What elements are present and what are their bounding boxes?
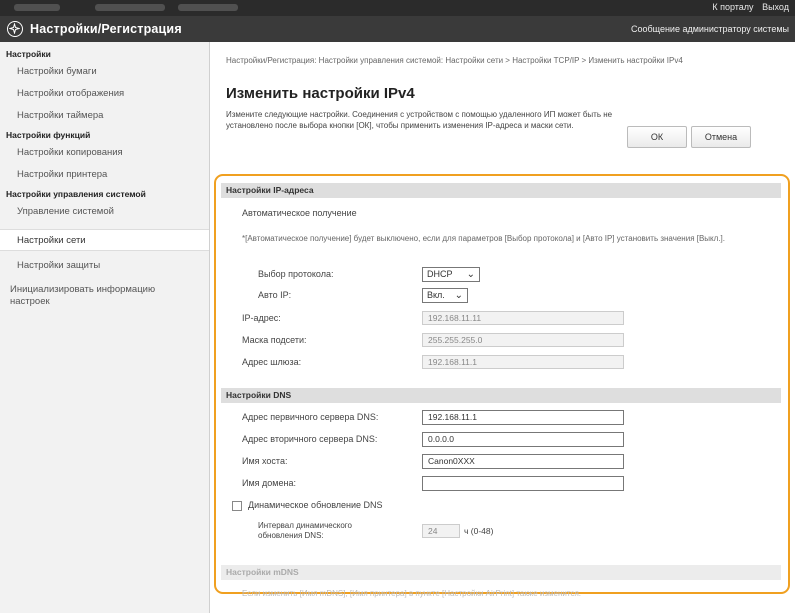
dns-interval-hint: ч (0-48) xyxy=(464,526,494,536)
protocol-label: Выбор протокола: xyxy=(258,269,334,279)
protocol-select[interactable]: DHCP ⌄ xyxy=(422,267,480,282)
top-bar: К порталу Выход xyxy=(0,0,795,16)
app-title: Настройки/Регистрация xyxy=(30,22,182,36)
dns-interval-label: Интервал динамического обновления DNS: xyxy=(258,521,352,540)
sidebar: Настройки Настройки бумаги Настройки ото… xyxy=(0,42,210,613)
sidebar-item-network[interactable]: Настройки сети xyxy=(0,229,209,251)
dns-settings-section: Настройки DNS Адрес первичного сервера D… xyxy=(221,388,781,560)
dns-section-header: Настройки DNS xyxy=(221,388,781,403)
page-description: Измените следующие настройки. Соединения… xyxy=(226,110,613,130)
auto-ip-select[interactable]: Вкл. ⌄ xyxy=(422,288,468,303)
sidebar-item-copy[interactable]: Настройки копирования xyxy=(0,142,209,164)
primary-dns-label: Адрес первичного сервера DNS: xyxy=(242,412,379,422)
protocol-select-value: DHCP xyxy=(427,269,453,279)
dynamic-dns-label: Динамическое обновление DNS xyxy=(248,500,383,510)
ip-settings-section: Настройки IP-адреса Автоматическое получ… xyxy=(221,183,781,376)
logout-link[interactable]: Выход xyxy=(762,2,789,12)
admin-message-link[interactable]: Сообщение администратору системы xyxy=(631,24,789,34)
ok-button[interactable]: ОК xyxy=(627,126,687,148)
subnet-mask-label: Маска подсети: xyxy=(242,335,307,345)
ip-address-label: IP-адрес: xyxy=(242,313,281,323)
main-content: Настройки/Регистрация: Настройки управле… xyxy=(211,42,795,613)
chevron-down-icon: ⌄ xyxy=(454,290,463,301)
domain-name-label: Имя домена: xyxy=(242,478,296,488)
dynamic-dns-checkbox[interactable] xyxy=(232,501,242,511)
mdns-section-header: Настройки mDNS xyxy=(221,565,781,580)
ip-address-field[interactable]: 192.168.11.11 xyxy=(422,311,624,325)
dns-interval-field[interactable]: 24 xyxy=(422,524,460,538)
portal-link[interactable]: К порталу xyxy=(712,2,753,12)
sidebar-item-initialize[interactable]: Инициализировать информацию настроек xyxy=(0,277,180,308)
sidebar-category-system: Настройки управления системой xyxy=(6,189,146,199)
sidebar-item-system-management[interactable]: Управление системой xyxy=(0,201,209,223)
sidebar-item-display[interactable]: Настройки отображения xyxy=(0,83,209,105)
blurred-text xyxy=(14,4,60,11)
mdns-settings-section: Настройки mDNS Если изменить [Имя mDNS],… xyxy=(221,565,781,598)
cancel-button[interactable]: Отмена xyxy=(691,126,751,148)
ip-section-header: Настройки IP-адреса xyxy=(221,183,781,198)
host-name-label: Имя хоста: xyxy=(242,456,288,466)
mdns-note: Если изменить [Имя mDNS], [Имя принтера]… xyxy=(242,589,581,598)
sidebar-category-functions: Настройки функций xyxy=(6,130,91,140)
sidebar-item-printer[interactable]: Настройки принтера xyxy=(0,164,209,186)
auto-ip-select-value: Вкл. xyxy=(427,290,445,300)
app-header: Настройки/Регистрация Сообщение админист… xyxy=(0,16,795,42)
sidebar-item-timer[interactable]: Настройки таймера xyxy=(0,105,209,127)
auto-obtain-note: *[Автоматическое получение] будет выключ… xyxy=(242,234,725,243)
gateway-field[interactable]: 192.168.11.1 xyxy=(422,355,624,369)
primary-dns-input[interactable]: 192.168.11.1 xyxy=(422,410,624,425)
blurred-text xyxy=(178,4,238,11)
auto-ip-label: Авто IP: xyxy=(258,290,292,300)
auto-obtain-label: Автоматическое получение xyxy=(242,208,357,218)
sidebar-category-settings: Настройки xyxy=(6,49,51,59)
sidebar-item-paper[interactable]: Настройки бумаги xyxy=(0,61,209,83)
domain-name-input[interactable] xyxy=(422,476,624,491)
breadcrumb: Настройки/Регистрация: Настройки управле… xyxy=(226,56,683,65)
secondary-dns-label: Адрес вторичного сервера DNS: xyxy=(242,434,378,444)
secondary-dns-input[interactable]: 0.0.0.0 xyxy=(422,432,624,447)
chevron-down-icon: ⌄ xyxy=(466,269,475,280)
gateway-label: Адрес шлюза: xyxy=(242,357,302,367)
settings-registration-icon xyxy=(7,21,23,37)
subnet-mask-field[interactable]: 255.255.255.0 xyxy=(422,333,624,347)
host-name-input[interactable]: Canon0XXX xyxy=(422,454,624,469)
blurred-text xyxy=(95,4,165,11)
sidebar-item-security[interactable]: Настройки защиты xyxy=(0,255,209,277)
page-title: Изменить настройки IPv4 xyxy=(226,85,415,102)
